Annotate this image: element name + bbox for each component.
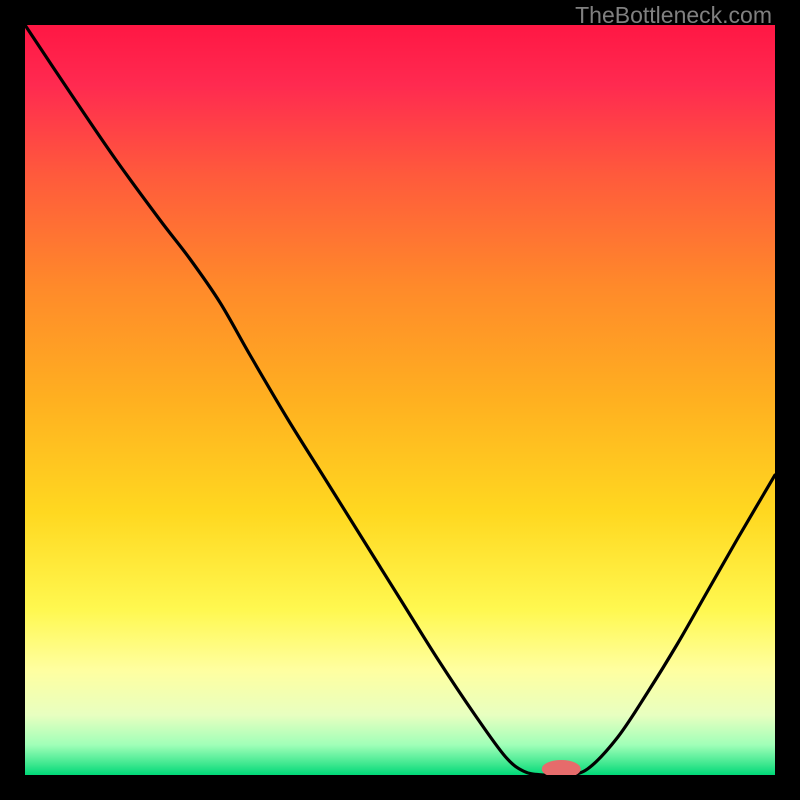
chart-container: TheBottleneck.com (0, 0, 800, 800)
optimal-marker (542, 760, 581, 775)
plot-area (25, 25, 775, 775)
curve-overlay (25, 25, 775, 775)
bottleneck-curve (25, 25, 775, 775)
